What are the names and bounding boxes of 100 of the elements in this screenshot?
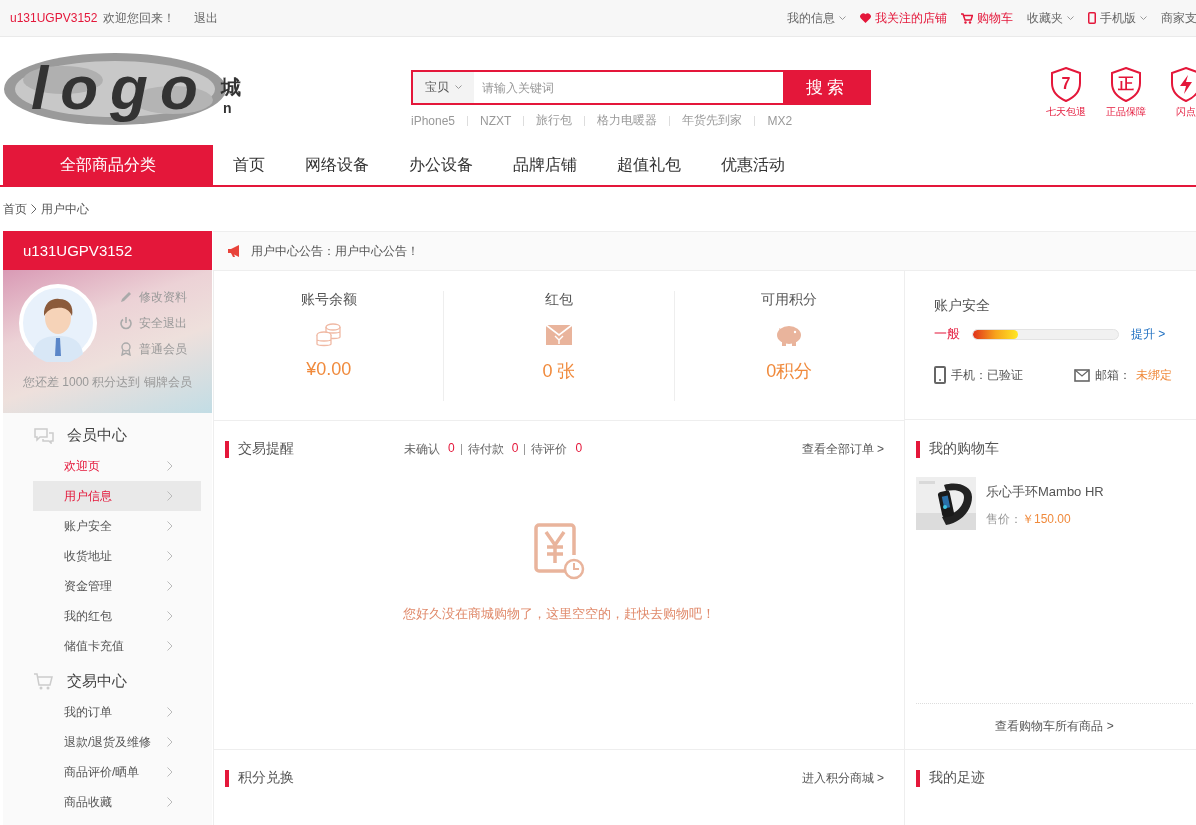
sidebar-menu-item[interactable]: 我的订单 — [33, 697, 201, 727]
nav-link[interactable]: 网络设备 — [285, 154, 389, 176]
logo-text-fragment: 城 — [221, 75, 241, 100]
search-scope-dropdown[interactable]: 宝贝 — [411, 70, 474, 105]
category-menu-button[interactable]: 全部商品分类 — [3, 145, 213, 185]
top-link[interactable]: 商家支 — [1154, 9, 1196, 27]
mail-icon — [1074, 368, 1090, 382]
chevron-icon — [167, 641, 173, 651]
logout-link[interactable]: 退出 — [187, 9, 226, 27]
sidebar-menu-item[interactable]: 欢迎页 — [33, 451, 201, 481]
nav-link[interactable]: 超值礼包 — [597, 154, 701, 176]
chevron-icon — [167, 491, 173, 501]
chevron-icon — [167, 551, 173, 561]
sidebar-menu-item[interactable]: 商品收藏 — [33, 787, 201, 817]
section-title: 积分兑换 — [238, 769, 294, 787]
phone-status: 手机：已验证 — [951, 366, 1023, 384]
stat-label: 可用积分 — [761, 290, 818, 309]
chevron-icon — [167, 461, 173, 471]
chevron-icon — [167, 521, 173, 531]
cart-icon — [961, 12, 973, 24]
empty-orders-message: 您好久没在商城购物了，这里空空的，赶快去购物吧！ — [403, 605, 715, 623]
nav-link[interactable]: 品牌店铺 — [493, 154, 597, 176]
order-counter-link[interactable]: 待评价 0 — [525, 440, 589, 458]
nav-link[interactable]: 首页 — [213, 154, 285, 176]
view-cart-link[interactable]: 查看购物车所有商品 > — [995, 718, 1114, 735]
service-label: 正品保障 — [1106, 105, 1146, 119]
ribbon-icon — [119, 342, 133, 356]
caret-icon — [455, 85, 462, 90]
product-price: ￥150.00 — [1022, 512, 1071, 526]
nav-link[interactable]: 优惠活动 — [701, 154, 805, 176]
sidebar-menu-item[interactable]: 我的红包 — [33, 601, 201, 631]
caret-icon — [839, 15, 846, 21]
stat-value: 0积分 — [766, 359, 813, 383]
power-icon — [119, 316, 133, 330]
caret-icon — [1067, 15, 1074, 21]
breadcrumb-link[interactable]: 首页 — [3, 200, 27, 218]
notice-text: 用户中心公告：用户中心公告！ — [251, 242, 419, 260]
sidebar-menu-item[interactable]: 退款/退货及维修 — [33, 727, 201, 757]
order-counter-link[interactable]: 未确认 0 — [404, 440, 461, 458]
chevron-icon — [167, 707, 173, 717]
section-title: 交易提醒 — [238, 440, 294, 458]
coins-icon — [313, 320, 344, 349]
lightning-shield-icon — [1170, 67, 1196, 102]
sidebar-menu-item[interactable]: 资金管理 — [33, 571, 201, 601]
product-name-link[interactable]: 乐心手环Mambo HR — [986, 483, 1104, 501]
menu-section-title: 会员中心 — [67, 425, 127, 445]
logo-text[interactable]: logo — [31, 52, 210, 124]
service-label: 闪点 — [1176, 105, 1196, 119]
upgrade-note: 您还差 1000 积分达到 铜牌会员 — [23, 374, 193, 391]
section-title: 我的足迹 — [929, 769, 985, 787]
top-link[interactable]: 我的信息 — [780, 9, 853, 27]
stat-label: 账号余额 — [300, 290, 357, 309]
top-link[interactable]: 手机版 — [1081, 9, 1154, 27]
phone-icon — [934, 366, 946, 384]
service-label: 七天包退 — [1046, 105, 1086, 119]
sidebar-username: u131UGPV3152 — [3, 231, 212, 270]
upgrade-link[interactable]: 提升 > — [1131, 325, 1166, 343]
top-link[interactable]: 收藏夹 — [1020, 9, 1081, 27]
sidebar-menu-item[interactable]: 账户安全 — [33, 511, 201, 541]
chevron-icon — [167, 611, 173, 621]
points-mall-link[interactable]: 进入积分商城 > — [801, 769, 892, 787]
pencil-icon — [119, 290, 133, 304]
email-label: 邮箱： — [1095, 366, 1131, 384]
security-level-label: 一般 — [934, 325, 960, 343]
yen-receipt-icon — [533, 523, 585, 581]
view-all-orders-link[interactable]: 查看全部订单 > — [801, 440, 892, 458]
chevron-icon — [167, 737, 173, 747]
chat-icon — [33, 426, 55, 444]
heart-icon — [860, 13, 871, 23]
nav-link[interactable]: 办公设备 — [389, 154, 493, 176]
sidebar-menu-item[interactable]: 储值卡充值 — [33, 631, 201, 661]
username-link[interactable]: u131UGPV3152 — [10, 11, 98, 25]
stat-value: 0 张 — [542, 359, 576, 383]
order-counter-link[interactable]: 待付款 0 — [461, 440, 525, 458]
stat-value: ¥0.00 — [306, 358, 352, 380]
top-link[interactable]: 购物车 — [954, 9, 1020, 27]
top-link[interactable]: 我关注的店铺 — [853, 9, 954, 27]
sidebar-menu-item[interactable]: 用户信息 — [33, 481, 201, 511]
logo-text-fragment: n — [223, 100, 232, 116]
sidebar-menu-item[interactable]: 商品评价/晒单 — [33, 757, 201, 787]
welcome-text: 欢迎您回来！ — [103, 9, 176, 27]
sidebar-menu-item[interactable]: 收货地址 — [33, 541, 201, 571]
cart-icon — [33, 672, 55, 690]
chevron-icon — [31, 204, 37, 214]
breadcrumb-link[interactable]: 用户中心 — [41, 200, 89, 218]
phone-icon — [1088, 12, 1096, 24]
avatar-icon — [19, 284, 97, 362]
chevron-icon — [167, 767, 173, 777]
shield-badge: 正 — [1110, 67, 1142, 102]
chevron-icon — [167, 797, 173, 807]
caret-icon — [1140, 15, 1147, 21]
stat-label: 红包 — [545, 290, 573, 309]
price-label: 售价： — [986, 512, 1022, 526]
chevron-icon — [167, 581, 173, 591]
shield-badge: 7 — [1050, 67, 1082, 102]
search-field[interactable]: 请输入关键词 — [474, 70, 783, 105]
search-button[interactable]: 搜索 — [783, 70, 871, 105]
section-title: 我的购物车 — [929, 440, 999, 458]
section-title: 账户安全 — [934, 297, 991, 315]
menu-section-title: 交易中心 — [67, 671, 127, 691]
